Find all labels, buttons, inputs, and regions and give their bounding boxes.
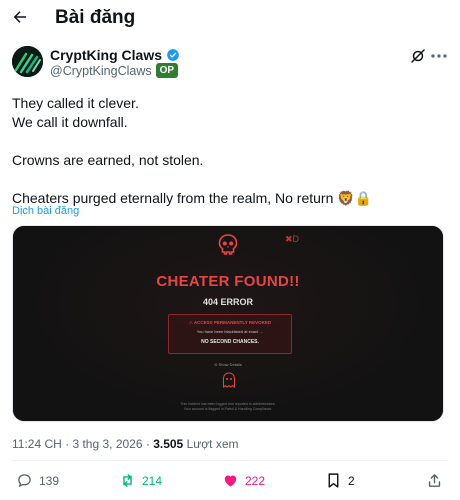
revoked-text: You have been blacklisted at exact …: [196, 329, 264, 334]
reply-count: 139: [39, 473, 60, 488]
error-code: 404 ERROR: [202, 297, 254, 307]
translate-post-link[interactable]: Dịch bài đăng: [12, 205, 79, 217]
ghost-icon: [223, 372, 235, 388]
more-options-icon[interactable]: [430, 47, 448, 65]
post-timestamp[interactable]: 11:24 CH · 3 thg 3, 2026 ·: [12, 437, 153, 451]
repost-button[interactable]: 214: [119, 472, 162, 489]
corner-mark: ✖D: [285, 234, 300, 244]
grok-icon[interactable]: [409, 47, 427, 65]
reply-button[interactable]: 139: [16, 472, 59, 489]
post-meta: 11:24 CH · 3 thg 3, 2026 · 3.505 Lượt xe…: [12, 437, 238, 451]
share-icon: [428, 474, 441, 487]
post-text: They called it clever. We call it downfa…: [12, 94, 442, 208]
bookmark-icon: [328, 473, 339, 488]
reply-icon: [18, 474, 31, 487]
author-handle-row: @CryptKingClaws OP: [50, 63, 179, 78]
author-name[interactable]: CryptKing Claws: [50, 47, 162, 63]
author-name-row[interactable]: CryptKing Claws: [50, 47, 180, 63]
bookmark-button[interactable]: 2: [325, 472, 355, 489]
bookmark-count: 2: [348, 473, 355, 488]
back-arrow-icon[interactable]: [9, 6, 31, 28]
divider: [12, 460, 448, 461]
revoked-strong: NO SECOND CHANCES.: [201, 339, 259, 345]
heart-icon: [224, 475, 237, 487]
cheater-headline: CHEATER FOUND!!: [156, 273, 300, 290]
repost-count: 214: [142, 473, 163, 488]
post-image[interactable]: ✖D CHEATER FOUND!! 404 ERROR ⚠ ACCESS PE…: [12, 225, 444, 422]
show-details-link: ⊙ Show Details: [214, 362, 242, 367]
page-title: Bài đăng: [55, 7, 136, 28]
post-line: Crowns are earned, not stolen.: [12, 152, 204, 168]
op-badge: OP: [155, 63, 179, 78]
post-line: They called it clever. We call it downfa…: [12, 95, 139, 130]
skull-icon: [218, 234, 238, 255]
image-footer-note: This incident has been logged and report…: [180, 402, 276, 411]
like-button[interactable]: 222: [222, 472, 265, 489]
views-label: Lượt xem: [183, 437, 239, 451]
top-bar: Bài đăng: [0, 0, 460, 36]
revoked-box: ⚠ ACCESS PERMANENTLY REVOKED You have be…: [168, 314, 292, 354]
action-bar: 139 214 222 2: [0, 472, 460, 496]
view-count: 3.505: [153, 437, 184, 451]
repost-icon: [123, 474, 132, 487]
like-count: 222: [245, 473, 266, 488]
share-button[interactable]: [426, 472, 443, 489]
author-handle[interactable]: @CryptKingClaws: [50, 64, 152, 78]
avatar[interactable]: [12, 46, 43, 77]
revoked-title: ⚠ ACCESS PERMANENTLY REVOKED: [188, 320, 272, 325]
verified-badge-icon: [167, 49, 179, 61]
